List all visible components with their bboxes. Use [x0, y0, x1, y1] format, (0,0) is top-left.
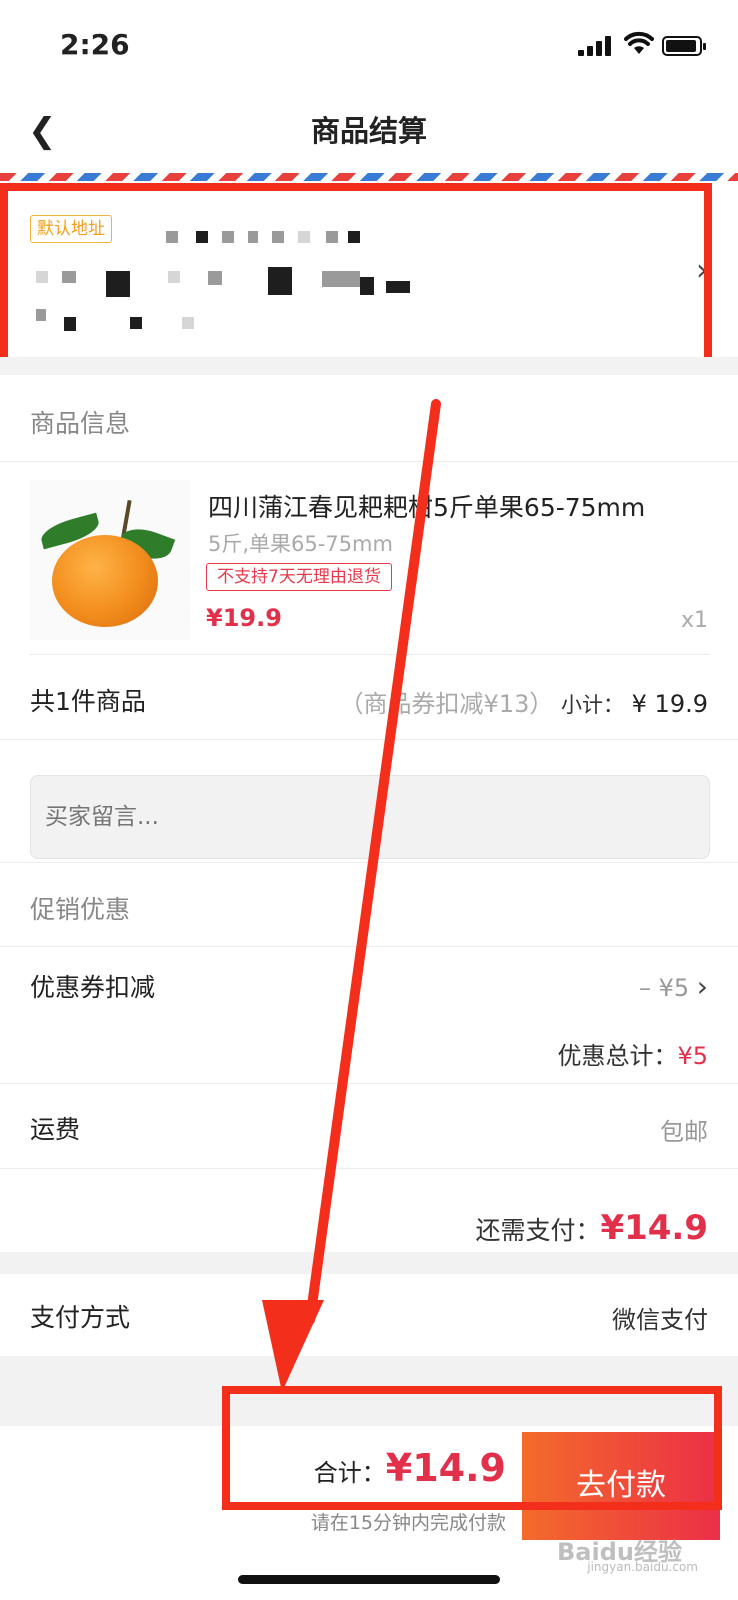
battery-icon — [662, 36, 706, 56]
cellular-signal-icon — [578, 36, 612, 56]
coupon-deduction-note: （商品券扣减¥13） — [339, 690, 554, 718]
order-total-label: 合计： — [313, 1459, 386, 1487]
product-price: ¥19.9 — [206, 604, 282, 632]
chevron-right-icon: › — [696, 970, 708, 1003]
page-title: 商品结算 — [310, 114, 427, 148]
product-spec: 5斤,单果65-75mm — [208, 532, 393, 556]
status-time: 2:26 — [60, 28, 130, 61]
buyer-message-input[interactable] — [30, 775, 710, 859]
payment-deadline-hint: 请在15分钟内完成付款 — [310, 1512, 506, 1534]
item-count-label: 共1件商品 — [30, 687, 146, 716]
remaining-label: 还需支付： — [475, 1216, 601, 1245]
divider — [0, 862, 738, 863]
remaining-value: ¥14.9 — [600, 1208, 708, 1248]
subtotal-line: （商品券扣减¥13） 小计： ¥ 19.9 — [340, 684, 708, 719]
wifi-icon — [624, 31, 654, 54]
promo-total-line: 优惠总计：¥5 — [557, 1036, 708, 1071]
divider — [0, 1168, 738, 1169]
redacted-address-block — [36, 225, 658, 335]
promo-section-title: 促销优惠 — [30, 895, 131, 924]
payment-method-label: 支付方式 — [30, 1303, 131, 1332]
status-bar: 2:26 — [0, 0, 738, 95]
divider — [0, 739, 738, 740]
nav-bar: ❮ 商品结算 — [0, 95, 738, 175]
shipping-value: 包邮 — [660, 1118, 708, 1146]
order-total-line: 合计：¥14.9 — [314, 1446, 506, 1490]
pay-button[interactable]: 去付款 — [522, 1432, 720, 1540]
divider — [0, 461, 738, 462]
divider — [0, 946, 738, 947]
subtotal-value: ¥ 19.9 — [631, 690, 708, 718]
coupon-selector[interactable]: – ¥5 › — [639, 970, 708, 1003]
product-image[interactable] — [30, 480, 190, 640]
coupon-label[interactable]: 优惠券扣减 — [30, 968, 155, 1004]
promo-total-value: ¥5 — [677, 1042, 708, 1070]
home-indicator[interactable] — [238, 1575, 500, 1584]
product-quantity: x1 — [680, 608, 708, 633]
shipping-label: 运费 — [30, 1115, 81, 1144]
remaining-payment-line: 还需支付：¥14.9 — [475, 1208, 708, 1248]
section-gap — [0, 1356, 738, 1426]
watermark-url: jingyan.baidu.com — [587, 1560, 698, 1574]
product-name[interactable]: 四川蒲江春见耙耙柑5斤单果65-75mm — [208, 488, 645, 524]
section-gap — [0, 1252, 738, 1274]
section-gap — [0, 357, 738, 375]
product-section-title: 商品信息 — [30, 409, 131, 438]
airmail-stripe — [0, 173, 738, 181]
payment-method-value[interactable]: 微信支付 — [612, 1300, 708, 1335]
no-return-badge: 不支持7天无理由退货 — [206, 563, 392, 591]
promo-total-label: 优惠总计： — [557, 1042, 678, 1070]
coupon-value: – ¥5 — [638, 974, 690, 1002]
order-total-value: ¥14.9 — [385, 1446, 506, 1490]
chevron-right-icon: › — [696, 253, 708, 288]
address-card[interactable]: 默认地址 › — [0, 181, 738, 357]
subtotal-label: 小计： — [561, 693, 625, 717]
divider — [30, 654, 710, 655]
divider — [0, 1083, 738, 1084]
